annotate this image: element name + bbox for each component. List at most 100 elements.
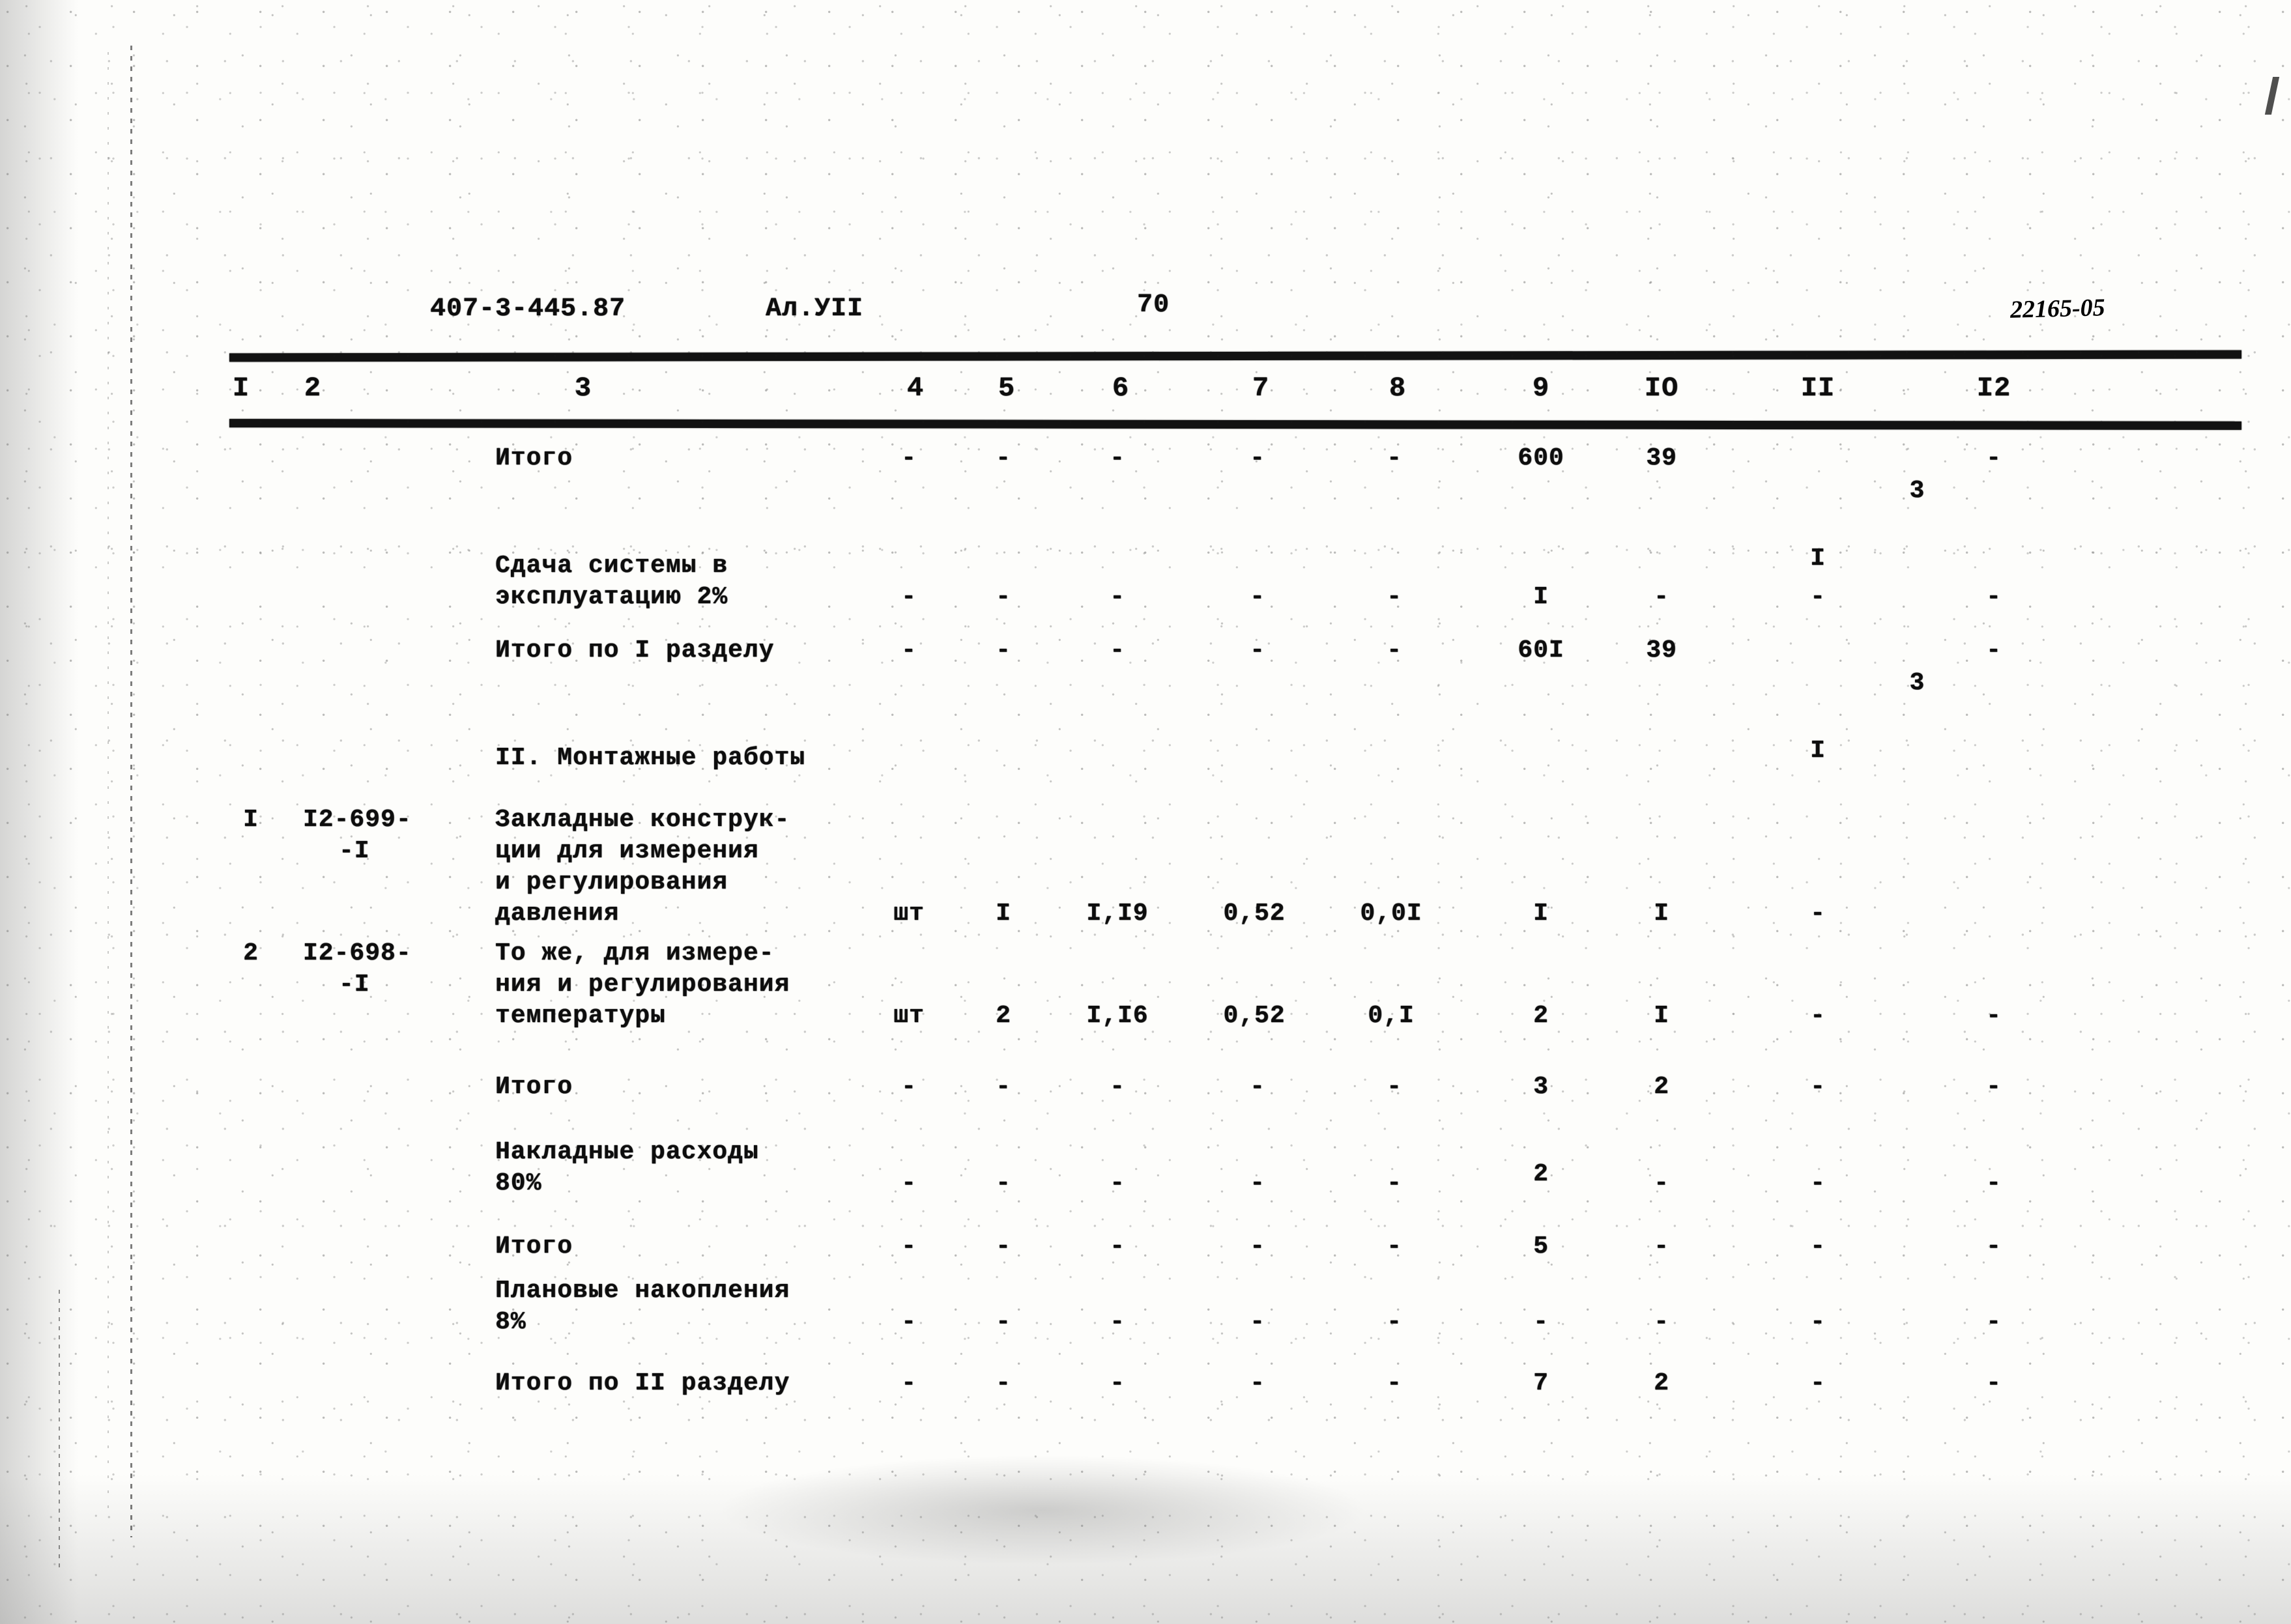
cell-c9: 60I (1518, 636, 1564, 664)
row-label-3: температуры (495, 1002, 666, 1030)
cell-c8: - (1387, 1232, 1402, 1261)
cell-c12: - (1986, 1002, 2002, 1030)
cell-c9: - (1533, 1308, 1549, 1336)
cell-c11-denominator: I (1810, 737, 1826, 765)
cell-c9: 2 (1533, 1160, 1549, 1188)
cell-c8: - (1387, 1308, 1402, 1336)
cell-c6: - (1110, 636, 1125, 664)
cell-c5: - (996, 1169, 1011, 1197)
cell-c6: - (1110, 1369, 1125, 1397)
cell-c6: I,I9 (1086, 900, 1149, 928)
cell-c11-numerator: 3 (1909, 477, 1925, 505)
row-label-2: ния и регулирования (495, 971, 790, 999)
cell-c10: I (1654, 1002, 1669, 1030)
cell-c10: - (1654, 1169, 1669, 1197)
cell-c9: 2 (1533, 1002, 1549, 1030)
cell-c11: - (1810, 1369, 1826, 1397)
cell-c11-denominator: I (1810, 545, 1826, 573)
cell-c9: I (1533, 900, 1549, 928)
cell-c6: I,I6 (1086, 1002, 1149, 1030)
cell-c12: - (1986, 1232, 2002, 1261)
cell-c4: - (901, 583, 917, 611)
cell-code: I2-699- (303, 806, 412, 834)
row-label: Итого (495, 444, 573, 472)
cell-c11: - (1810, 1308, 1826, 1336)
cell-c9: I (1533, 583, 1549, 611)
cell-c9: 5 (1533, 1232, 1549, 1261)
row-label-2: 80% (495, 1169, 542, 1197)
row-label-2: ции для измерения (495, 837, 759, 865)
row-label: То же, для измере- (495, 939, 775, 967)
row-label: Итого по II разделу (495, 1369, 790, 1397)
row-label: Закладные конструк- (495, 806, 790, 834)
cell-c4: - (901, 1369, 917, 1397)
cell-c10: I (1654, 900, 1669, 928)
cell-c12: - (1986, 1169, 2002, 1197)
cell-c4: - (901, 1169, 917, 1197)
cell-c4: - (901, 1232, 917, 1261)
cell-c6: - (1110, 583, 1125, 611)
cell-c11-fraction: 3 I (1785, 440, 1924, 644)
cell-c7: - (1250, 1169, 1265, 1197)
cell-c4: шт (893, 1002, 925, 1030)
cell-c12: - (1986, 1369, 2002, 1397)
cell-code: I2-698- (303, 939, 412, 967)
cell-c4: шт (893, 900, 925, 928)
cell-c6: - (1110, 1308, 1125, 1336)
cell-c12: - (1986, 583, 2002, 611)
cell-c8: 0,0I (1360, 900, 1422, 928)
row-label-3: и регулирования (495, 868, 728, 896)
row-label: Накладные расходы (495, 1138, 759, 1166)
cell-c10: - (1654, 1232, 1669, 1261)
cell-c5: - (996, 1369, 1011, 1397)
cell-c7: - (1250, 1369, 1265, 1397)
cell-c4: - (901, 636, 917, 664)
cell-c7: - (1250, 1308, 1265, 1336)
cell-c5: - (996, 636, 1011, 664)
cell-c10: 2 (1654, 1073, 1669, 1101)
cell-c8: - (1387, 1073, 1402, 1101)
row-label: Итого (495, 1232, 573, 1261)
cell-c8: 0,I (1368, 1002, 1415, 1030)
cell-c6: - (1110, 444, 1125, 472)
cell-code-2: -I (339, 837, 370, 865)
cell-c7: - (1250, 444, 1265, 472)
cell-c10: - (1654, 583, 1669, 611)
cell-c12: - (1986, 1308, 2002, 1336)
cell-c11: - (1810, 1232, 1826, 1261)
cell-c11: - (1810, 583, 1826, 611)
cell-c10: 39 (1646, 636, 1677, 664)
cell-c12: - (1986, 1073, 2002, 1101)
cell-c9: 600 (1518, 444, 1564, 472)
section-heading: II. Монтажные работы (495, 744, 806, 772)
row-label: Сдача системы в (495, 552, 728, 580)
row-label-4: давления (495, 900, 620, 928)
cell-c6: - (1110, 1073, 1125, 1101)
cell-c6: - (1110, 1232, 1125, 1261)
cell-c4: - (901, 1073, 917, 1101)
cell-c5: - (996, 1073, 1011, 1101)
estimate-table: Итого - - - - - 600 39 3 I - Сдача систе… (0, 0, 2291, 1624)
cell-c11: - (1810, 1073, 1826, 1101)
scanned-document-page: 407-3-445.87 Ал.УII 70 22165-05 I 2 3 4 … (0, 0, 2291, 1624)
cell-c7: - (1250, 583, 1265, 611)
cell-c12: - (1986, 636, 2002, 664)
cell-c5: I (996, 900, 1011, 928)
cell-c12: - (1986, 444, 2002, 472)
cell-c10: 39 (1646, 444, 1677, 472)
cell-item-number: 2 (243, 939, 259, 967)
row-label-2: 8% (495, 1308, 526, 1336)
cell-c11: - (1810, 1169, 1826, 1197)
cell-c8: - (1387, 444, 1402, 472)
row-label: Итого по I разделу (495, 636, 775, 664)
cell-c9: 3 (1533, 1073, 1549, 1101)
cell-c11: - (1810, 900, 1826, 928)
row-label: Плановые накопления (495, 1277, 790, 1305)
cell-c5: - (996, 1232, 1011, 1261)
cell-c10: 2 (1654, 1369, 1669, 1397)
cell-c9: 7 (1533, 1369, 1549, 1397)
cell-item-number: I (243, 806, 259, 834)
cell-c7: 0,52 (1223, 1002, 1286, 1030)
cell-c11: - (1810, 1002, 1826, 1030)
cell-c7: - (1250, 1073, 1265, 1101)
